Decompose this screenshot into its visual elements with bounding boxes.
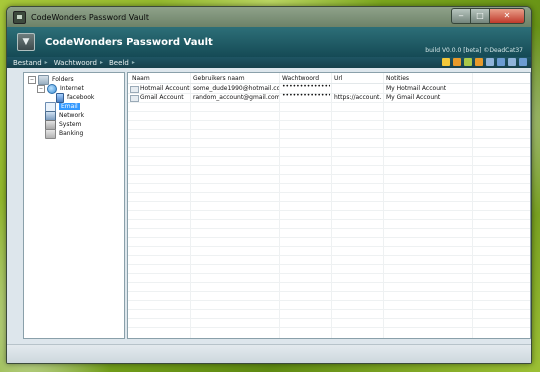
save-icon[interactable] [508,58,516,66]
folder-tree: − Folders − Internet facebook Email Netw… [23,72,125,339]
tree-label-facebook: facebook [67,94,95,101]
password-grid: Naam Gebruikers naam Wachtwoord Url Noti… [127,72,531,339]
main-content: − Folders − Internet facebook Email Netw… [7,68,531,363]
tree-item-folders[interactable]: − Folders [28,74,74,85]
tree-item-network[interactable]: Network [45,110,85,121]
expander-icon[interactable]: − [37,84,45,93]
menu-beeld[interactable]: Beeld ▸ [106,57,138,68]
tree-label-banking: Banking [59,130,84,137]
build-info: build V0.0.0 [beta] ©DeadCat37 [425,47,523,54]
cell-name: Gmail Account [140,94,184,101]
tree-item-email[interactable]: Email [45,101,80,112]
status-bar [7,344,531,363]
tree-label-network: Network [59,112,85,119]
menu-beeld-label: Beeld [109,58,129,67]
column-header-wachtwoord[interactable]: Wachtwoord [282,75,319,82]
table-row-empty [128,318,530,328]
menu-wachtwoord[interactable]: Wachtwoord ▸ [51,57,106,68]
app-window: CodeWonders Password Vault ‒ □ ✕ ▼ CodeW… [6,6,532,364]
tree-label-internet: Internet [60,85,84,92]
window-icon[interactable] [519,58,527,66]
tree-item-system[interactable]: System [45,119,82,130]
vault-logo-icon: ▼ [17,33,35,51]
cell-user: some_dude1990@hotmail.com [193,85,279,92]
title-bar[interactable]: CodeWonders Password Vault ‒ □ ✕ [7,7,531,27]
tree-label-system: System [59,121,82,128]
tree-label-folders: Folders [52,76,74,83]
cell-password: •••••••••••••• [282,92,330,99]
lock-icon[interactable] [442,58,450,66]
menu-bestand[interactable]: Bestand ▸ [7,57,51,68]
cell-password: •••••••••••••• [282,83,330,90]
window-controls: ‒ □ ✕ [451,8,525,24]
column-header-url[interactable]: Url [334,75,343,82]
list-icon[interactable] [486,58,494,66]
tree-item-internet[interactable]: − Internet [37,83,84,94]
toolbar [442,58,527,66]
menu-arrow-icon: ▸ [131,59,135,66]
bank-icon [45,128,56,139]
column-header-gebruikersnaam[interactable]: Gebruikers naam [193,75,245,82]
menu-arrow-icon: ▸ [44,59,48,66]
key-remove-icon[interactable] [475,58,483,66]
account-icon [130,95,139,102]
tree-item-facebook[interactable]: facebook [56,92,95,103]
expander-icon[interactable]: − [28,75,36,84]
menu-bar: Bestand ▸ Wachtwoord ▸ Beeld ▸ [7,57,531,68]
cell-notes: My Hotmail Account [386,85,447,92]
menu-bestand-label: Bestand [13,58,42,67]
app-icon[interactable] [13,10,26,24]
account-icon [130,86,139,93]
key-add-icon[interactable] [464,58,472,66]
cell-name: Hotmail Account [140,85,190,92]
column-header-notities[interactable]: Notities [386,75,409,82]
facebook-icon [56,92,64,103]
tree-item-banking[interactable]: Banking [45,128,84,139]
close-button[interactable]: ✕ [489,8,525,24]
cell-notes: My Gmail Account [386,94,441,101]
menu-arrow-icon: ▸ [99,59,103,66]
key-icon[interactable] [453,58,461,66]
menu-wachtwoord-label: Wachtwoord [53,58,97,67]
folder-icon [38,74,49,85]
header-title: CodeWonders Password Vault [45,36,213,48]
cell-user: random_account@gmail.com [193,94,279,101]
app-header: ▼ CodeWonders Password Vault build V0.0.… [7,27,531,57]
globe-icon [47,83,57,94]
edit-icon[interactable] [497,58,505,66]
column-header-naam[interactable]: Naam [132,75,150,82]
minimize-button[interactable]: ‒ [451,8,470,24]
window-title: CodeWonders Password Vault [31,12,149,22]
tree-label-email: Email [59,103,80,110]
maximize-button[interactable]: □ [470,8,489,24]
cell-url: https://account.... [334,94,382,101]
